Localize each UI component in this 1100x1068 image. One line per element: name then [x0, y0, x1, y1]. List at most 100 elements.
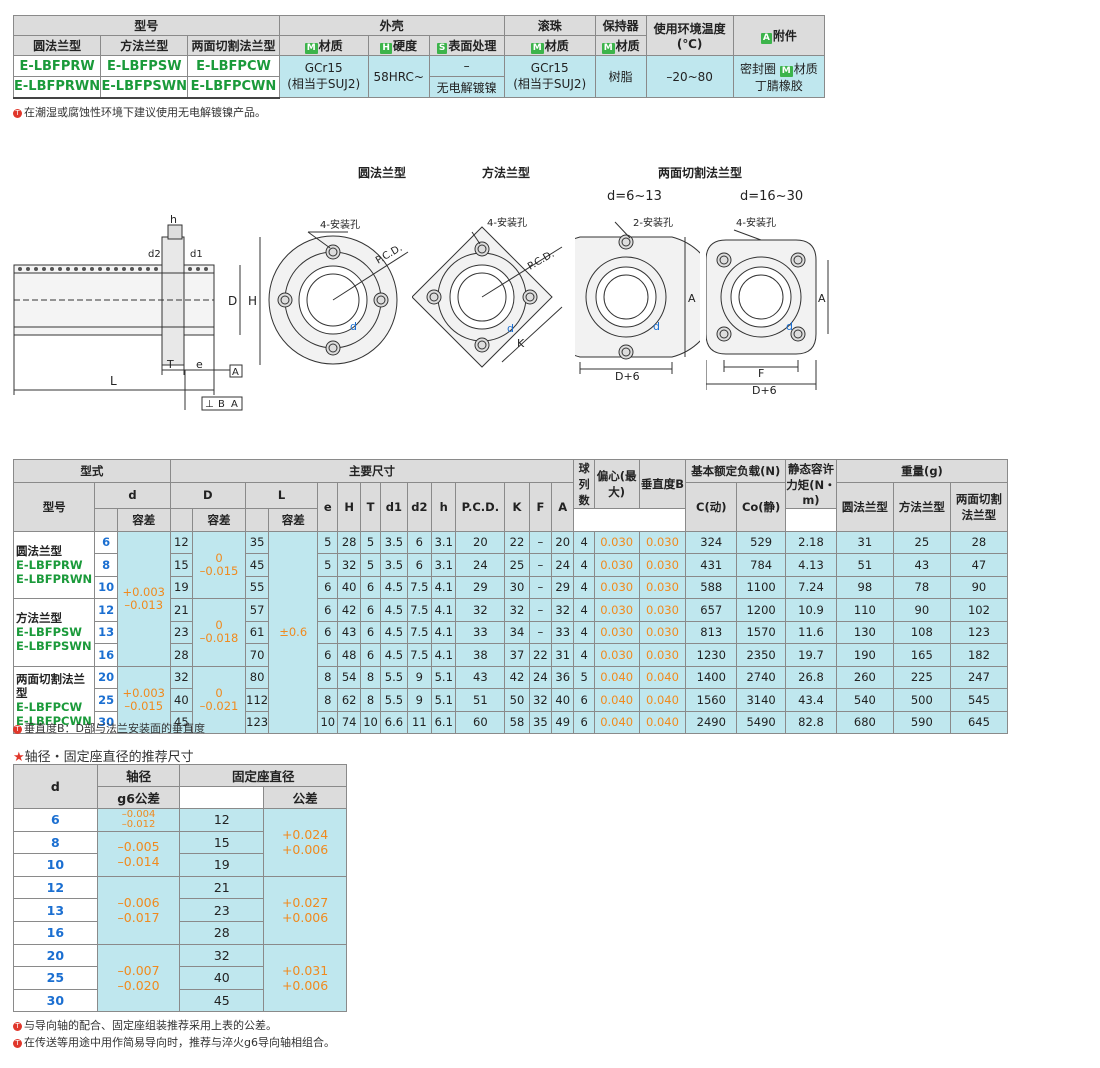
- table-row: 20 –0.007 –0.020 32 +0.031 +0.006: [13, 943, 347, 1013]
- F-value: –: [528, 575, 553, 599]
- model-group-m2: E-LBFPRWN: [16, 571, 93, 586]
- d2-value: 9: [406, 665, 433, 689]
- d2-value: 7.5: [406, 620, 433, 644]
- label-d: d: [786, 320, 793, 333]
- dim-h-main: 主要尺寸: [169, 459, 575, 483]
- g6-tol-a: –0.005: [117, 838, 160, 854]
- A-value: 40: [551, 688, 575, 712]
- rec-d-value: 6: [13, 808, 98, 832]
- note-icon: T: [13, 109, 22, 118]
- perp-value: 0.030: [638, 530, 687, 554]
- D-value: 15: [169, 553, 194, 577]
- K-value: 32: [504, 598, 530, 622]
- dim-h-D-blank: [169, 508, 194, 532]
- housing-value: 23: [179, 898, 265, 922]
- A-value: 24: [551, 553, 575, 577]
- header-balls: 滚珠: [503, 15, 596, 36]
- header-retainer: 保持器: [594, 15, 647, 36]
- dim-h-moment: 静态容许力矩(N・m): [785, 459, 837, 509]
- side-view-diagram: L T e D H h d2 d1 A ⊥ B A: [13, 215, 261, 411]
- rec-d-value: 8: [13, 830, 98, 855]
- header-round: 圆法兰型: [12, 35, 102, 56]
- dim-h-load: 基本额定负载(N): [685, 459, 787, 483]
- dimension-rows: 圆法兰型 E-LBFPRW E-LBFPRWN 6 +0.003 –0.013 12 0 –0.…: [12, 530, 1009, 734]
- note-icon: T: [13, 725, 22, 734]
- model-group-name: 方法兰型: [16, 611, 62, 626]
- D-value: 23: [169, 620, 194, 644]
- rec-h-housing: 固定座直径: [179, 764, 347, 787]
- dim-h-T: T: [359, 481, 382, 532]
- model-square-1: E-LBFPSW: [100, 55, 189, 77]
- e-value: 6: [317, 575, 339, 599]
- housing-material-2: (相当于SUJ2): [287, 77, 361, 91]
- d1-value: 4.5: [380, 643, 408, 667]
- ball-material: GCr15 (相当于SUJ2): [503, 55, 596, 98]
- h-value: 4.1: [431, 620, 457, 644]
- A-value: 31: [551, 643, 575, 667]
- h-value: 4.1: [431, 575, 457, 599]
- label-A: A: [818, 292, 826, 305]
- M-value: 43.4: [785, 688, 837, 712]
- C0-value: 3140: [736, 688, 787, 712]
- note-guide-text: 在传送等用途中用作简易导向时，推荐与淬火g6导向轴相组合。: [24, 1036, 335, 1049]
- label-e: e: [196, 358, 203, 371]
- ecc-value: 0.030: [593, 620, 640, 644]
- label-A: A: [688, 292, 696, 305]
- ws-value: 590: [892, 710, 951, 734]
- rec-title: ★轴径・固定座直径的推荐尺寸: [13, 746, 194, 765]
- dim-h-H: H: [337, 481, 361, 532]
- ecc-value: 0.030: [593, 530, 640, 554]
- C-value: 1560: [685, 688, 738, 712]
- perp-A: A: [231, 399, 238, 410]
- dim-h-w-square: 方法兰型: [892, 481, 951, 532]
- perp-value: 0.030: [638, 575, 687, 599]
- diagram-title-round: 圆法兰型: [358, 166, 407, 180]
- model-group-m1: E-LBFPRW: [16, 557, 83, 572]
- rec-d-value: 12: [13, 875, 98, 900]
- housing-tol-cell: +0.024 +0.006: [263, 808, 347, 877]
- perp-B: B: [218, 399, 225, 410]
- d-value: 10: [94, 575, 118, 599]
- g6-tol-b: –0.020: [117, 977, 160, 993]
- L-value: 80: [244, 665, 270, 689]
- dim-h-d-tol: 容差: [116, 508, 171, 532]
- dim-h-C: C(动): [685, 481, 738, 532]
- perp-value: 0.030: [638, 598, 687, 622]
- housing-tol-cell: +0.031 +0.006: [263, 943, 347, 1013]
- dim-h-type: 型式: [13, 459, 171, 483]
- H-value: 40: [337, 575, 361, 599]
- g6-tol-b: –0.012: [121, 818, 156, 830]
- surface-badge-icon: S: [436, 43, 448, 54]
- d-tol-b: –0.013: [124, 597, 164, 612]
- pcd-value: 43: [455, 665, 506, 689]
- H-value: 28: [337, 530, 361, 554]
- C-value: 2490: [685, 710, 738, 734]
- surface-1: –: [428, 55, 505, 77]
- note-fit-text: 与导向轴的配合、固定座组装推荐采用上表的公差。: [24, 1019, 277, 1032]
- T-value: 8: [359, 665, 382, 689]
- F-value: –: [528, 598, 553, 622]
- T-value: 6: [359, 620, 382, 644]
- label-d: d: [350, 320, 357, 333]
- M-value: 2.18: [785, 530, 837, 554]
- label-2holes: 2-安装孔: [633, 216, 673, 229]
- K-value: 58: [504, 710, 530, 734]
- label-H: H: [248, 294, 257, 308]
- d1-value: 5.5: [380, 688, 408, 712]
- dim-h-e: e: [317, 481, 339, 532]
- model-group-name: 两面切割法兰型: [16, 671, 85, 700]
- housing-tol-a: +0.024: [281, 827, 329, 843]
- label-d2: d2: [148, 249, 161, 260]
- header-ball-material: M 材质: [503, 35, 596, 56]
- ws-value: 108: [892, 620, 951, 644]
- pcd-value: 20: [455, 530, 506, 554]
- dim-h-L-tol: 容差: [268, 508, 319, 532]
- d2-value: 7.5: [406, 643, 433, 667]
- ball-material-2: (相当于SUJ2): [513, 77, 587, 91]
- F-value: –: [528, 620, 553, 644]
- wr-value: 130: [835, 620, 894, 644]
- pcd-value: 33: [455, 620, 506, 644]
- label-D: D: [228, 294, 237, 308]
- d-tol-cell: +0.003 –0.013: [116, 530, 171, 667]
- note-plating-text: 在潮湿或腐蚀性环境下建议使用无电解镀镍产品。: [24, 106, 266, 119]
